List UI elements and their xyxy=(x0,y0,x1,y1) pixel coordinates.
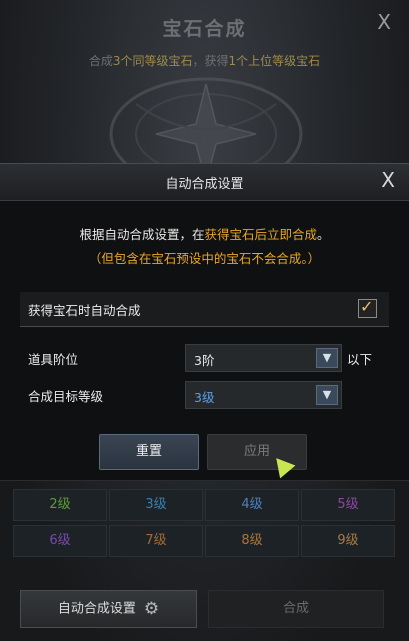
auto-merge-option-row: 获得宝石时自动合成 ✓ xyxy=(20,292,389,327)
target-level-select[interactable]: 3级 ▼ xyxy=(185,381,342,409)
target-level-label: 合成目标等级 xyxy=(28,389,104,404)
auto-merge-settings-dialog: 自动合成设置 X 根据自动合成设置，在获得宝石后立即合成。 （但包含在宝石预设中… xyxy=(0,163,409,481)
item-tier-label: 道具阶位 xyxy=(28,352,79,367)
dialog-description: 根据自动合成设置，在获得宝石后立即合成。 xyxy=(79,227,330,242)
item-tier-select[interactable]: 3阶 ▼ xyxy=(185,344,342,372)
background-close-icon[interactable]: X xyxy=(377,10,391,34)
item-tier-suffix: 以下 xyxy=(347,352,373,367)
auto-merge-settings-label: 自动合成设置 xyxy=(57,601,136,617)
grade-button-8[interactable]: 8级 xyxy=(205,525,299,557)
chevron-down-icon: ▼ xyxy=(316,348,338,368)
grade-button-6[interactable]: 6级 xyxy=(13,525,107,557)
checkmark-icon: ✓ xyxy=(360,297,374,316)
dialog-title: 自动合成设置 xyxy=(165,177,244,192)
auto-merge-settings-button[interactable]: 自动合成设置 ⚙ xyxy=(20,590,197,628)
target-level-value: 3级 xyxy=(194,390,215,405)
dialog-close-icon[interactable]: X xyxy=(381,168,395,192)
gear-icon: ⚙ xyxy=(143,599,160,619)
grade-button-3[interactable]: 3级 xyxy=(109,489,203,521)
item-tier-value: 3阶 xyxy=(194,353,215,368)
reset-button[interactable]: 重置 xyxy=(99,434,199,470)
grade-button-2[interactable]: 2级 xyxy=(13,489,107,521)
grade-button-9[interactable]: 9级 xyxy=(301,525,395,557)
grade-button-7[interactable]: 7级 xyxy=(109,525,203,557)
background-title: 宝石合成 xyxy=(162,18,247,40)
auto-merge-label: 获得宝石时自动合成 xyxy=(28,303,141,318)
background-subtitle: 合成3个同等级宝石，获得1个上位等级宝石 xyxy=(88,54,321,68)
dialog-header: 自动合成设置 X xyxy=(0,164,409,201)
dialog-note: （但包含在宝石预设中的宝石不会合成。） xyxy=(88,251,321,266)
grade-button-5[interactable]: 5级 xyxy=(301,489,395,521)
auto-merge-checkbox[interactable]: ✓ xyxy=(358,297,377,318)
chevron-down-icon: ▼ xyxy=(316,385,338,405)
grade-button-4[interactable]: 4级 xyxy=(205,489,299,521)
merge-button[interactable]: 合成 xyxy=(208,590,384,628)
